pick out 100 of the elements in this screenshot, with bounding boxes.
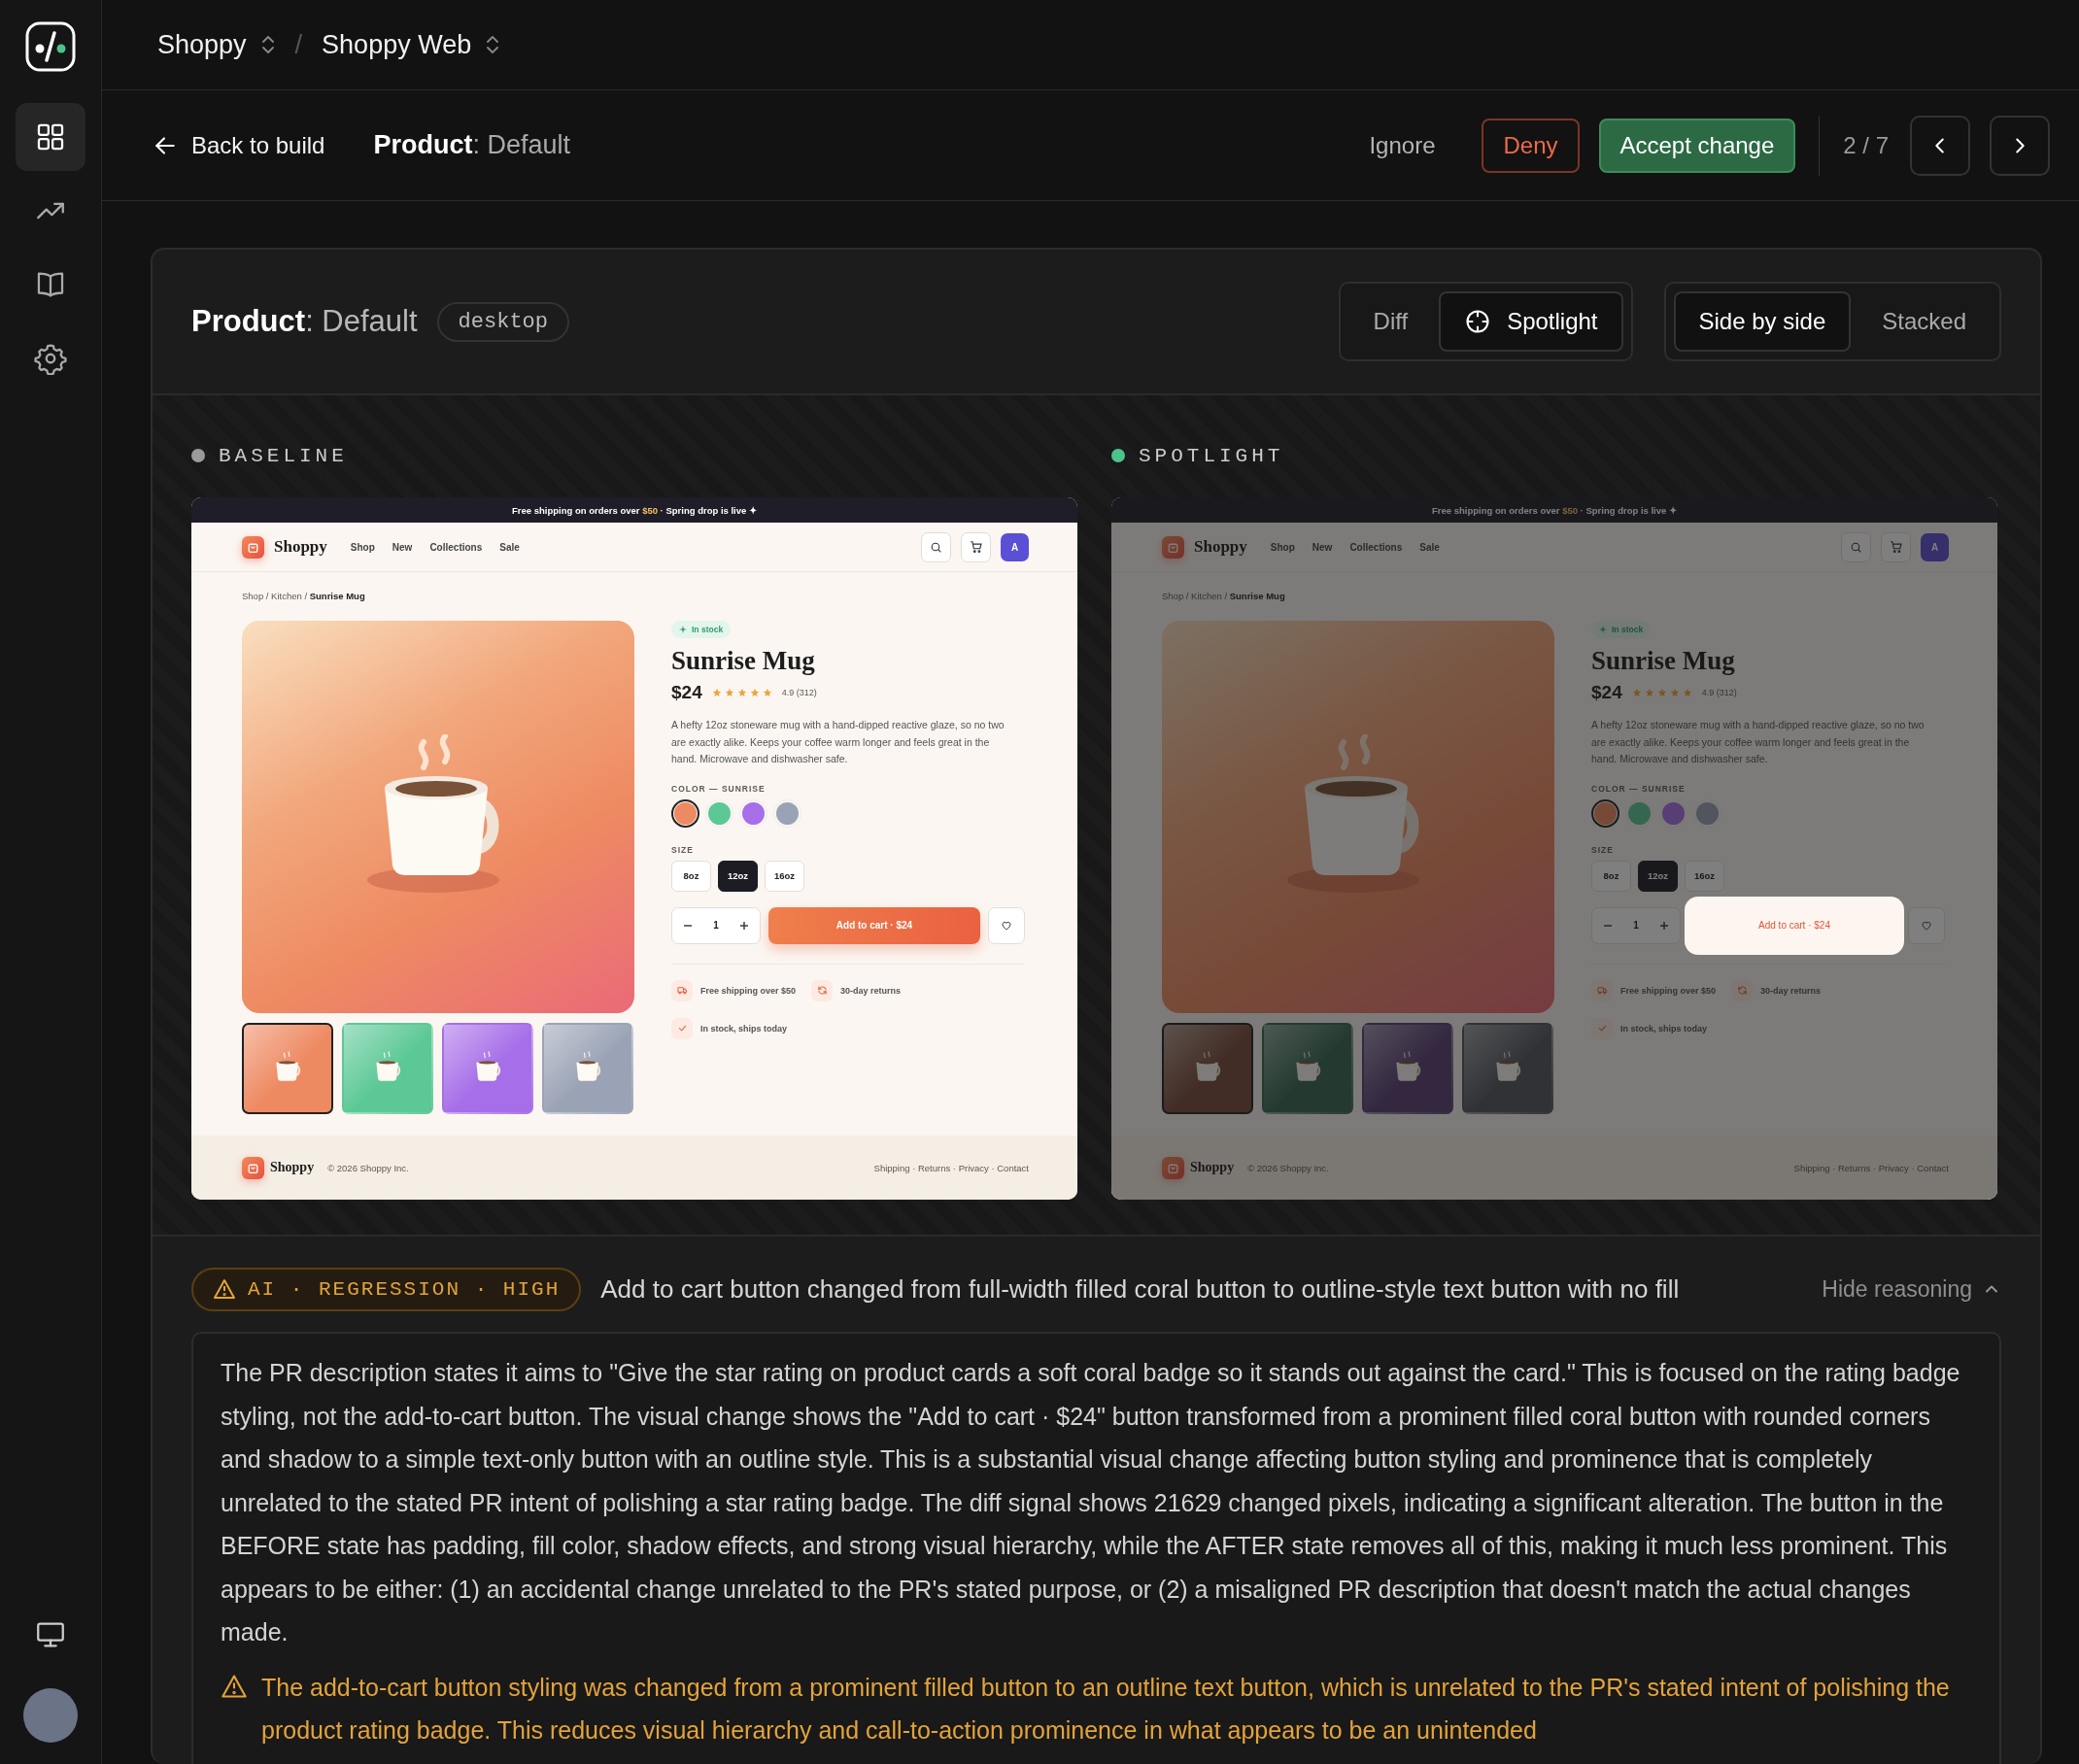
search-button[interactable]	[921, 531, 951, 562]
deny-button[interactable]: Deny	[1482, 118, 1580, 173]
account-avatar[interactable]: A	[1001, 532, 1029, 561]
heart-icon	[1921, 919, 1932, 932]
feature-text: 30-day returns	[840, 985, 902, 996]
size-option[interactable]: 16oz	[1685, 860, 1724, 892]
footer-links[interactable]: Shipping · Returns · Privacy · Contact	[873, 1162, 1029, 1173]
cart-button[interactable]	[961, 531, 991, 562]
thumbnail[interactable]	[242, 1023, 333, 1114]
product-description: A hefty 12oz stoneware mug with a hand-dipped reactive glaze, so no two are exactly alike. Keeps your coffee warm longer and feels great in the hand. Microwave and dishwasher safe.	[671, 718, 1005, 766]
cart-icon	[969, 540, 983, 554]
cart-button[interactable]	[1881, 531, 1911, 562]
page-title: Product: Default	[373, 130, 570, 160]
thumbnail[interactable]	[1362, 1023, 1453, 1114]
color-swatch[interactable]	[674, 801, 697, 825]
bag-logo-icon	[242, 1156, 264, 1179]
bag-logo-icon	[242, 535, 264, 559]
truck-icon	[1591, 979, 1613, 1001]
panel-label: SPOTLIGHT	[1139, 444, 1284, 467]
thumbnail[interactable]	[1262, 1023, 1353, 1114]
size-option[interactable]: 8oz	[671, 860, 711, 892]
brand-name: Shoppy	[270, 1160, 315, 1175]
refresh-icon	[811, 979, 834, 1001]
thumbnail[interactable]	[342, 1023, 433, 1114]
page-counter: 2 / 7	[1843, 131, 1889, 159]
color-swatch[interactable]	[1628, 801, 1651, 825]
plus-icon[interactable]	[739, 920, 750, 931]
truck-icon	[671, 979, 693, 1001]
nav-link[interactable]: Shop	[1270, 541, 1295, 553]
nav-link[interactable]: Collections	[429, 541, 483, 553]
bag-logo-icon	[1162, 1156, 1184, 1179]
settings-icon	[34, 342, 67, 375]
bag-logo-icon	[1162, 535, 1184, 559]
accept-button[interactable]: Accept change	[1598, 118, 1796, 173]
stock-badge: In stock	[1591, 621, 1652, 638]
layout-tab[interactable]: Stacked	[1857, 291, 1992, 352]
breadcrumb-separator: /	[294, 29, 303, 60]
search-icon	[1850, 540, 1862, 554]
product-description: A hefty 12oz stoneware mug with a hand-dipped reactive glaze, so no two are exactly alike. Keeps your coffee warm longer and feels great in the hand. Microwave and dishwasher safe.	[1591, 718, 1926, 766]
thumbnail[interactable]	[1162, 1023, 1253, 1114]
heart-icon	[1001, 919, 1012, 932]
warning-icon	[213, 1278, 236, 1300]
layout-tab[interactable]: Side by side	[1673, 291, 1852, 352]
nav-link[interactable]: Collections	[1349, 541, 1403, 553]
color-swatch[interactable]	[1594, 801, 1617, 825]
hide-reasoning-button[interactable]: Hide reasoning	[1822, 1275, 2001, 1303]
color-swatch[interactable]	[742, 801, 765, 825]
warning-text: The add-to-cart button styling was changed from a prominent filled button to an outline text button, which is unrelated to the PR's stated intent of polishing the product rating badge. This reduces visual hierarchy and call-to-action prominence in what appears to be an unintended	[261, 1672, 1951, 1746]
app-logo-icon[interactable]	[25, 21, 76, 72]
view-mode-tab[interactable]: Diff	[1347, 291, 1434, 352]
brand-name: Shoppy	[1190, 1160, 1235, 1175]
warning-icon	[221, 1673, 248, 1699]
color-swatch[interactable]	[776, 801, 799, 825]
thumbnail[interactable]	[542, 1023, 633, 1114]
rating-count: 4.9 (312)	[781, 688, 817, 697]
color-label: COLOR — SUNRISE	[1591, 783, 1686, 794]
viewport-tag: desktop	[436, 301, 569, 342]
feature-text: Free shipping over $50	[1620, 985, 1717, 996]
copyright-text: © 2026 Shoppy Inc.	[327, 1162, 409, 1173]
color-swatch[interactable]	[1696, 801, 1719, 825]
quantity-stepper[interactable]: 1	[1591, 906, 1681, 944]
color-swatch[interactable]	[1662, 801, 1685, 825]
ignore-button[interactable]: Ignore	[1349, 118, 1455, 173]
project-switcher[interactable]: Shoppy	[157, 29, 276, 60]
user-avatar[interactable]	[23, 1688, 78, 1743]
add-to-cart-button[interactable]: Add to cart · $24	[1685, 896, 1904, 955]
size-option[interactable]: 12oz	[718, 860, 758, 892]
size-option[interactable]: 8oz	[1591, 860, 1631, 892]
reasoning-text: The PR description states it aims to "Give the star rating on product cards a soft coral badge so it stands out against the card." This is focused on the rating badge styling, not the add-to-cart button. The visual change shows the "Add to cart · $24" button transformed from a prominent filled coral button with rounded corners and shadow to a simple text-only button with an outline style. This is a substantial visual change affecting button styling and prominence that is completely unrelated to the stated PR intent of polishing a star rating badge. The diff signal shows 21629 changed pixels, indicating a significant alteration. The button in the BEFORE state has padding, fill color, shadow effects, and strong visual hierarchy, while the AFTER state removes all of this, making it much less prominent. This appears to be either: (1) an accidental change unrelated to the PR's stated purpose, or (2) a misaligned PR description that doesn't match the actual changes made.	[221, 1358, 1961, 1647]
snapshot-title: Product: Default	[191, 304, 418, 339]
product-price: $24	[671, 682, 702, 703]
color-swatch[interactable]	[708, 801, 731, 825]
view-mode-tab[interactable]: Spotlight	[1439, 291, 1623, 352]
feature-text: In stock, ships today	[700, 1023, 788, 1034]
quantity-stepper[interactable]: 1	[671, 906, 761, 944]
search-button[interactable]	[1841, 531, 1871, 562]
size-option[interactable]: 16oz	[765, 860, 804, 892]
nav-link[interactable]: New	[392, 541, 413, 553]
brand-name: Shoppy	[274, 537, 327, 557]
thumbnail[interactable]	[442, 1023, 533, 1114]
dashboard-nav-button[interactable]	[16, 103, 85, 171]
nav-link[interactable]: Sale	[499, 541, 520, 553]
check-icon	[671, 1017, 693, 1039]
size-option[interactable]: 12oz	[1638, 860, 1678, 892]
project-switcher[interactable]: Shoppy Web	[322, 29, 501, 60]
rating-count: 4.9 (312)	[1701, 688, 1737, 697]
nav-link[interactable]: Shop	[350, 541, 375, 553]
breadcrumb: Shop / Kitchen / Sunrise Mug	[242, 591, 366, 601]
size-label: SIZE	[1591, 844, 1614, 855]
nav-link[interactable]: Sale	[1419, 541, 1440, 553]
promo-banner: Free shipping on orders over $50 · Spring drop is live ✦	[191, 497, 1077, 523]
feature-text: 30-day returns	[1760, 985, 1822, 996]
thumbnail[interactable]	[1462, 1023, 1553, 1114]
product-title: Sunrise Mug	[1591, 646, 1735, 676]
back-button[interactable]: Back to build	[153, 131, 325, 159]
product-title: Sunrise Mug	[671, 646, 815, 676]
promo-banner: Free shipping on orders over $50 · Spring drop is live ✦	[1111, 497, 1997, 523]
nav-link[interactable]: New	[1312, 541, 1333, 553]
cart-icon	[1889, 540, 1903, 554]
search-icon	[930, 540, 942, 554]
